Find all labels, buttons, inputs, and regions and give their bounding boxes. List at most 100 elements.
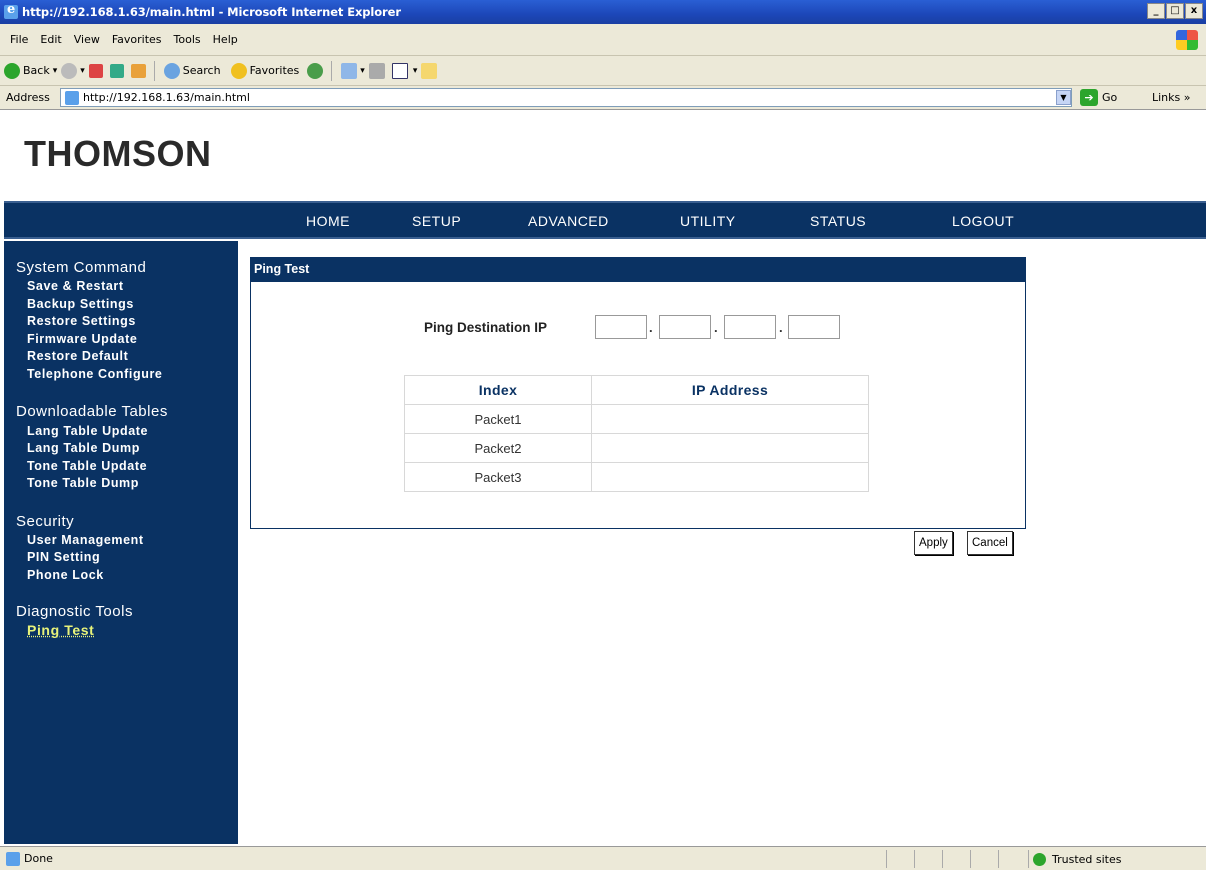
ie-icon [4,2,18,19]
menu-view[interactable]: View [74,33,100,46]
minimize-button[interactable]: _ [1147,3,1165,19]
menu-file[interactable]: File [10,33,28,46]
refresh-icon [109,63,124,78]
cell-ip-address [591,433,869,463]
mail-button[interactable]: ▾ [341,62,365,79]
back-label: Back [23,64,50,77]
security-zone[interactable]: Trusted sites [1028,850,1204,868]
go-button[interactable]: ➔ Go [1080,89,1117,106]
star-icon [230,62,247,79]
sidebar-item-restore-default[interactable]: Restore Default [27,349,128,363]
stop-button[interactable] [88,63,106,78]
history-button[interactable] [307,62,326,79]
sidebar-item-tone-table-update[interactable]: Tone Table Update [27,459,147,473]
ping-results-table: Index IP Address Packet1 Packet2 Packet3 [404,375,869,492]
address-label: Address [6,91,50,104]
ip-octet-3-input[interactable] [724,315,776,339]
cell-ip-address [591,462,869,492]
maximize-button[interactable]: □ [1166,3,1184,19]
sidebar-item-save-restart[interactable]: Save & Restart [27,279,124,293]
go-label: Go [1102,91,1118,104]
status-pane [970,850,998,868]
nav-logout[interactable]: LOGOUT [952,213,1014,229]
address-url: http://192.168.1.63/main.html [83,91,250,104]
word-button[interactable]: ▾ [391,62,417,79]
ip-octet-1-input[interactable] [595,315,647,339]
forward-button[interactable]: ▾ [61,62,85,79]
home-button[interactable] [130,63,149,78]
apply-button[interactable]: Apply [914,531,953,555]
sidebar-item-lang-table-update[interactable]: Lang Table Update [27,424,148,438]
sidebar-item-tone-table-dump[interactable]: Tone Table Dump [27,476,139,490]
panel-title: Ping Test [251,258,1025,282]
status-panes [886,850,1026,868]
folder-button[interactable] [421,62,440,79]
sidebar-item-lang-table-dump[interactable]: Lang Table Dump [27,441,140,455]
sidebar-item-phone-lock[interactable]: Phone Lock [27,568,104,582]
cancel-button[interactable]: Cancel [967,531,1013,555]
sidebar-item-firmware-update[interactable]: Firmware Update [27,332,137,346]
menu-help[interactable]: Help [213,33,238,46]
status-text: Done [24,852,53,865]
table-row: Packet3 [404,462,869,492]
cell-index: Packet3 [404,462,592,492]
cell-ip-address [591,404,869,434]
ip-octet-4-input[interactable] [788,315,840,339]
links-button[interactable]: Links » [1152,91,1190,104]
sidebar-group-diagnostic-tools: Diagnostic Tools [16,603,133,620]
browser-toolbar: Back ▾ ▾ Search Favorites ▾ ▾ [0,56,1206,86]
status-pane [886,850,914,868]
status-bar: Done Trusted sites [0,846,1206,870]
back-button[interactable]: Back ▾ [4,62,57,79]
nav-utility[interactable]: UTILITY [680,213,736,229]
sidebar-item-restore-settings[interactable]: Restore Settings [27,314,136,328]
refresh-button[interactable] [109,63,127,78]
folder-icon [421,62,438,79]
toolbar-divider [331,60,333,81]
favorites-button[interactable]: Favorites [230,62,299,79]
address-input[interactable]: http://192.168.1.63/main.html ▼ [60,88,1072,107]
address-bar: Address http://192.168.1.63/main.html ▼ … [0,86,1206,110]
top-navigation: HOME SETUP ADVANCED UTILITY STATUS LOGOU… [4,201,1206,239]
sidebar-item-backup-settings[interactable]: Backup Settings [27,297,134,311]
ip-dot: . [649,320,653,335]
trusted-check-icon [1033,852,1046,866]
ip-dot: . [714,320,718,335]
sidebar-group-security: Security [16,513,75,530]
menu-edit[interactable]: Edit [40,33,61,46]
cell-index: Packet2 [404,433,592,463]
close-button[interactable]: x [1185,3,1203,19]
sidebar-item-telephone-configure[interactable]: Telephone Configure [27,367,162,381]
page-icon [65,90,79,105]
brand-logo: THOMSON [24,133,212,174]
column-header-ip-address: IP Address [591,375,869,405]
ip-octet-2-input[interactable] [659,315,711,339]
window-controls: _ □ x [1147,3,1203,19]
window-title: http://192.168.1.63/main.html - Microsof… [22,5,401,19]
toolbar-divider [153,60,155,81]
back-arrow-icon [4,62,20,79]
go-arrow-icon: ➔ [1080,89,1098,106]
status-pane [914,850,942,868]
nav-advanced[interactable]: ADVANCED [528,213,609,229]
table-header-row: Index IP Address [404,375,869,405]
menu-favorites[interactable]: Favorites [112,33,162,46]
sidebar-item-pin-setting[interactable]: PIN Setting [27,550,100,564]
sidebar-item-ping-test[interactable]: Ping Test [27,622,94,638]
nav-home[interactable]: HOME [306,213,350,229]
print-button[interactable] [368,62,388,79]
nav-status[interactable]: STATUS [810,213,866,229]
menu-tools[interactable]: Tools [174,33,201,46]
sidebar-item-user-management[interactable]: User Management [27,533,144,547]
table-row: Packet1 [404,404,869,434]
mail-icon [341,62,358,79]
zone-label: Trusted sites [1052,852,1122,866]
web-page: THOMSON HOME SETUP ADVANCED UTILITY STAT… [4,113,1206,844]
address-dropdown-icon[interactable]: ▼ [1056,90,1071,105]
history-icon [307,62,324,79]
search-button[interactable]: Search [163,62,221,79]
nav-setup[interactable]: SETUP [412,213,461,229]
page-done-icon [6,851,20,866]
stop-icon [88,63,103,78]
window-titlebar: http://192.168.1.63/main.html - Microsof… [0,0,1206,24]
